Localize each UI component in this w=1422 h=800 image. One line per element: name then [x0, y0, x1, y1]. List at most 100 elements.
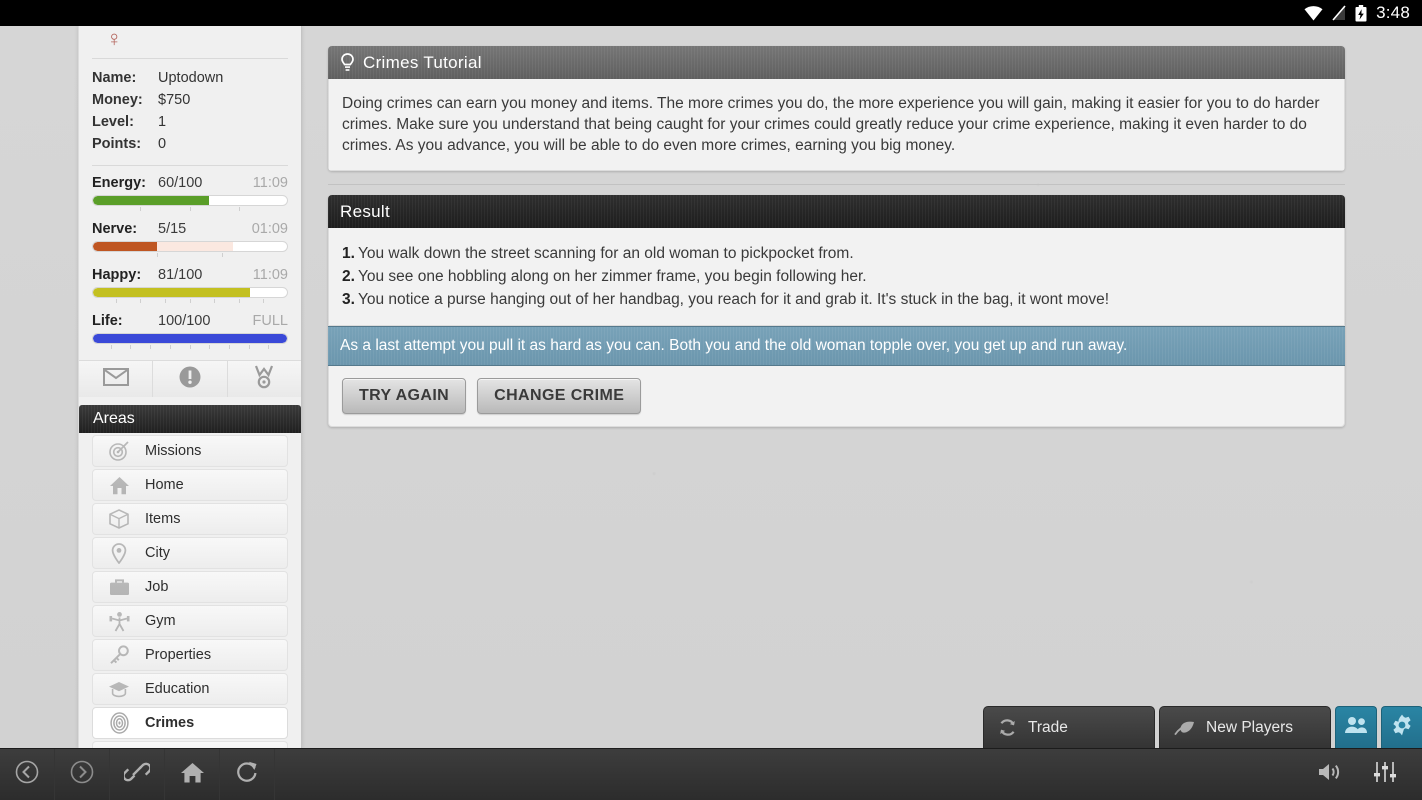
wifi-icon [1304, 5, 1323, 21]
alert-icon [178, 365, 202, 394]
sidebar-item-label: City [145, 545, 170, 561]
back-button[interactable] [0, 748, 55, 800]
friends-button[interactable] [1335, 706, 1377, 748]
tick [210, 345, 230, 349]
quick-icon-row [79, 360, 301, 397]
status-clock: 3:48 [1376, 3, 1410, 22]
stat-bar-timer: 11:09 [252, 267, 288, 283]
avatar-row: ♀ [92, 26, 288, 52]
reload-button[interactable] [220, 748, 275, 800]
tutorial-title: Crimes Tutorial [363, 52, 482, 72]
areas-nav-list: Missions Home Items City Job Gym Properties Edu… [92, 435, 288, 739]
change-crime-button[interactable]: CHANGE CRIME [477, 378, 642, 414]
sidebar-item-items[interactable]: Items [92, 503, 288, 535]
gender-icon: ♀ [106, 26, 123, 51]
gear-icon [1391, 714, 1413, 741]
stat-bar-label: Energy: [92, 175, 146, 191]
sidebar-item-city[interactable]: City [92, 537, 288, 569]
nav-left-group [0, 748, 275, 800]
refresh-cycle-icon [998, 718, 1017, 737]
result-alert-banner: As a last attempt you pull it as hard as… [328, 326, 1345, 366]
sidebar-item-gym[interactable]: Gym [92, 605, 288, 637]
chat-tab-label: New Players [1206, 718, 1293, 736]
tick [171, 345, 191, 349]
stat-bar-fill [93, 196, 210, 205]
stat-bar-value: 81/100 [158, 267, 203, 283]
sidebar-item-label: Job [145, 579, 169, 595]
mail-button[interactable] [79, 361, 154, 397]
android-status-bar: 3:48 [0, 0, 1422, 26]
sidebar-item-label: Items [145, 511, 181, 527]
map-pin-icon [103, 542, 135, 564]
tick [141, 207, 191, 211]
stat-bar-head: Life: 100/100 FULL [92, 313, 288, 329]
sidebar-item-crimes[interactable]: Crimes [92, 707, 288, 739]
stat-bar-happy: Happy: 81/100 11:09 [92, 267, 288, 304]
sliders-button[interactable] [1357, 749, 1412, 800]
award-button[interactable] [227, 361, 301, 397]
fingerprint-icon [103, 712, 135, 734]
sliders-icon [1373, 761, 1397, 788]
stat-bar-nerve: Nerve: 5/15 01:09 [92, 221, 288, 258]
stat-bar-fill [93, 334, 287, 343]
try-again-button[interactable]: TRY AGAIN [342, 378, 467, 414]
stat-bar-head: Happy: 81/100 11:09 [92, 267, 288, 283]
forward-button[interactable] [55, 748, 110, 800]
sidebar-item-label: Crimes [145, 715, 195, 731]
nav-item-partial[interactable] [92, 741, 288, 748]
divider [92, 58, 288, 59]
chat-tab-new-players[interactable]: New Players [1159, 706, 1331, 748]
sidebar-item-label: Home [145, 477, 184, 493]
graduation-cap-icon [103, 681, 135, 698]
step-text: You walk down the street scanning for an… [357, 245, 854, 262]
home-button[interactable] [165, 748, 220, 800]
nav-right-group [1302, 749, 1422, 800]
target-icon [103, 441, 135, 461]
sidebar-item-education[interactable]: Education [92, 673, 288, 705]
award-icon [253, 365, 275, 394]
stat-bar-timer: 11:09 [252, 175, 288, 191]
lightbulb-icon [340, 53, 355, 72]
tick [191, 345, 211, 349]
stat-label: Name: [92, 70, 137, 86]
stat-bar-track [92, 195, 288, 206]
stat-bar-track [92, 241, 288, 252]
stat-bar-track [92, 333, 288, 344]
browser-viewport: ♀ Name: Uptodown Money: $750 Level: 1 Po… [0, 26, 1422, 748]
volume-button[interactable] [1302, 749, 1357, 800]
sidebar-item-home[interactable]: Home [92, 469, 288, 501]
step-text: You notice a purse hanging out of her ha… [357, 291, 1110, 308]
table-row: Level: 1 [92, 111, 288, 133]
chat-tab-trade[interactable]: Trade [983, 706, 1155, 748]
mail-icon [102, 367, 129, 391]
settings-button[interactable] [1381, 706, 1422, 748]
alert-button[interactable] [153, 361, 228, 397]
tick [240, 207, 288, 211]
tick [92, 207, 142, 211]
divider [92, 165, 288, 166]
tutorial-header: Crimes Tutorial [328, 46, 1345, 79]
stat-bar-life: Life: 100/100 FULL [92, 313, 288, 350]
tick [151, 345, 171, 349]
tick [112, 345, 132, 349]
table-row: Name: Uptodown [92, 67, 288, 89]
sidebar-item-properties[interactable]: Properties [92, 639, 288, 671]
list-item: 3. You notice a purse hanging out of her … [342, 288, 1331, 311]
tick [230, 345, 250, 349]
link-button[interactable] [110, 748, 165, 800]
sidebar-item-missions[interactable]: Missions [92, 435, 288, 467]
stat-value-name[interactable]: Uptodown [158, 67, 288, 89]
step-number: 1. [342, 245, 355, 262]
stat-label: Money: [92, 92, 143, 108]
tick [191, 299, 216, 303]
briefcase-icon [103, 578, 135, 596]
forward-icon [70, 760, 94, 789]
dumbbell-icon [103, 611, 135, 632]
stat-bar-timer: 01:09 [251, 221, 288, 237]
sidebar-item-job[interactable]: Job [92, 571, 288, 603]
stat-value-points: 0 [158, 136, 167, 152]
stat-bar-label: Happy: [92, 267, 142, 283]
chat-tab-bar: Trade New Players [983, 706, 1422, 748]
stat-bar-ticks [92, 207, 288, 212]
result-panel: Result 1. You walk down the street scanni… [328, 195, 1345, 427]
